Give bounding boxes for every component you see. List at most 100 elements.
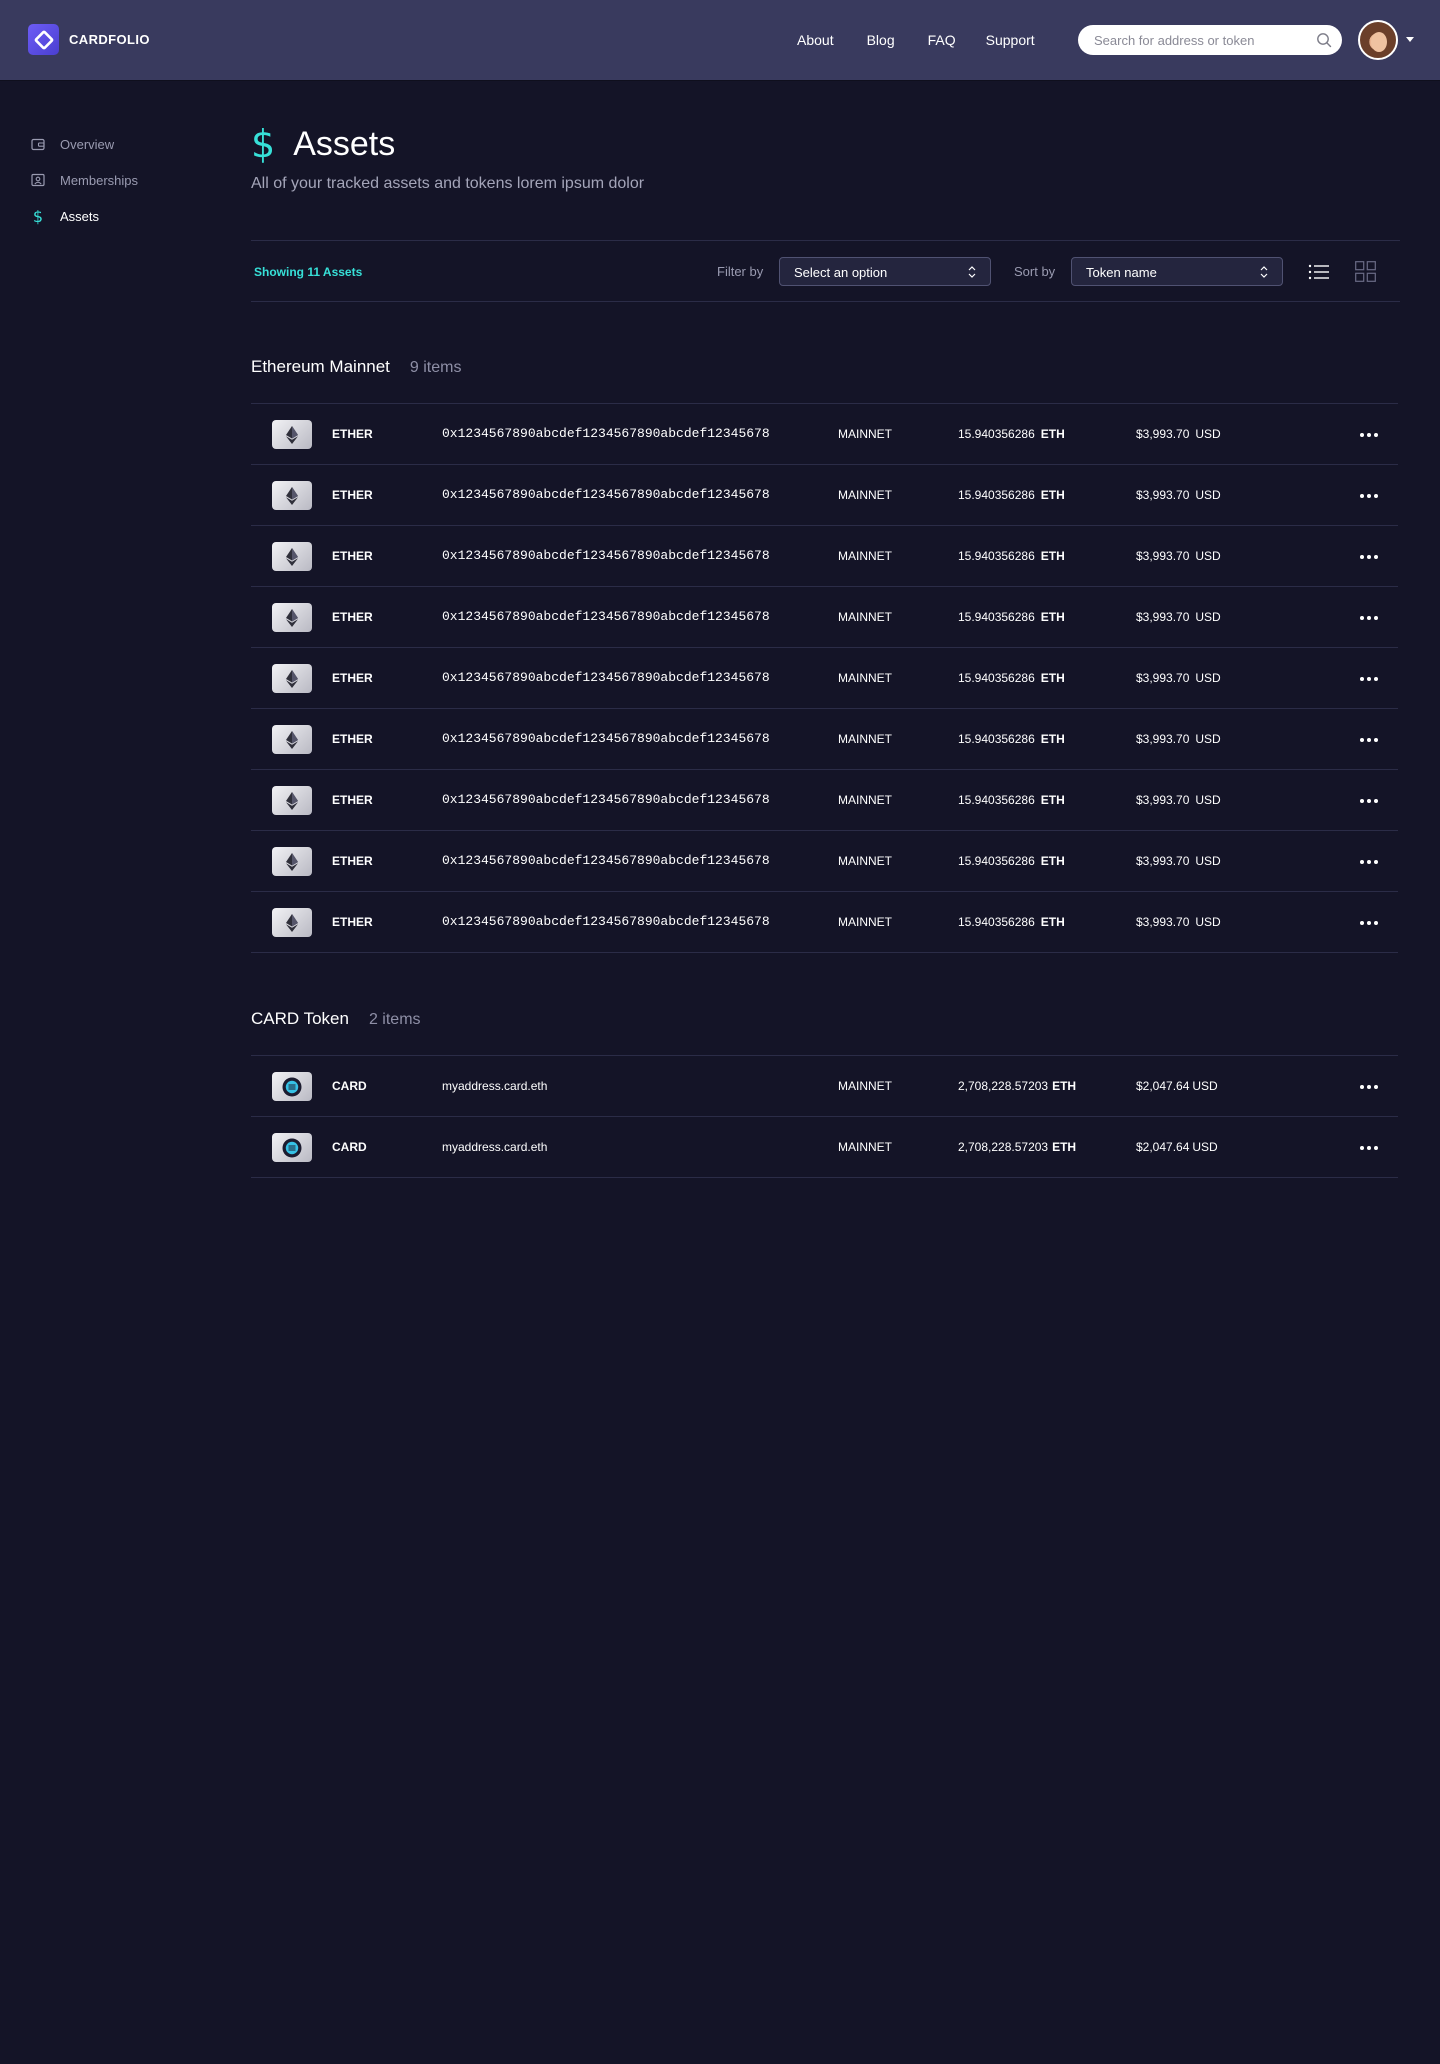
more-options-icon[interactable]: [1358, 489, 1380, 503]
currency-label: USD: [1195, 732, 1221, 746]
balance-amount: 15.940356286: [958, 610, 1035, 624]
account-menu-caret-icon[interactable]: [1406, 37, 1414, 42]
user-avatar[interactable]: [1358, 20, 1398, 60]
token-name: ETHER: [332, 915, 373, 929]
top-navigation-bar: CARDFOLIO About Blog FAQ Support: [0, 0, 1440, 80]
usd-value: $2,047.64 USD: [1136, 1078, 1218, 1094]
token-name: ETHER: [332, 854, 373, 868]
search-box: [1078, 25, 1342, 55]
balance-amount: 15.940356286: [958, 854, 1035, 868]
grid-view-icon[interactable]: [1355, 261, 1376, 282]
sidebar-item-overview[interactable]: Overview: [30, 126, 210, 162]
currency-label: USD: [1195, 488, 1221, 502]
table-row[interactable]: ETHER 0x1234567890abcdef1234567890abcdef1…: [251, 831, 1398, 892]
sidebar-item-memberships[interactable]: Memberships: [30, 162, 210, 198]
sidebar-item-label: Assets: [60, 208, 100, 224]
usd-value: $3,993.70 USD: [1136, 670, 1221, 686]
usd-amount: $3,993.70: [1136, 610, 1190, 624]
balance-amount: 2,708,228.57203: [958, 1079, 1049, 1093]
network-label: MAINNET: [838, 549, 892, 563]
usd-amount: $3,993.70: [1136, 488, 1190, 502]
select-arrows-icon: [968, 266, 976, 278]
page-title: Assets: [293, 125, 396, 163]
token-name: ETHER: [332, 793, 373, 807]
table-row[interactable]: ETHER 0x1234567890abcdef1234567890abcdef1…: [251, 770, 1398, 831]
token-address: 0x1234567890abcdef1234567890abcdef123456…: [442, 731, 770, 746]
asset-table-ethereum: ETHER 0x1234567890abcdef1234567890abcdef1…: [251, 403, 1398, 953]
more-options-icon[interactable]: [1358, 733, 1380, 747]
token-name: ETHER: [332, 671, 373, 685]
usd-value: $3,993.70 USD: [1136, 609, 1221, 625]
usd-amount: $2,047.64: [1136, 1140, 1190, 1154]
currency-label: USD: [1195, 854, 1221, 868]
more-options-icon[interactable]: [1358, 672, 1380, 686]
search-icon[interactable]: [1316, 32, 1332, 48]
usd-value: $2,047.64 USD: [1136, 1139, 1218, 1155]
token-name: ETHER: [332, 549, 373, 563]
balance-amount: 15.940356286: [958, 488, 1035, 502]
balance-unit: ETH: [1040, 854, 1065, 868]
table-row[interactable]: ETHER 0x1234567890abcdef1234567890abcdef1…: [251, 404, 1398, 465]
network-label: MAINNET: [838, 610, 892, 624]
more-options-icon[interactable]: [1358, 1080, 1380, 1094]
network-label: MAINNET: [838, 732, 892, 746]
network-label: MAINNET: [838, 793, 892, 807]
token-balance: 15.940356286 ETH: [958, 853, 1065, 869]
sort-label: Sort by: [1014, 264, 1056, 279]
ethereum-icon: [272, 908, 312, 937]
table-row[interactable]: ETHER 0x1234567890abcdef1234567890abcdef1…: [251, 587, 1398, 648]
more-options-icon[interactable]: [1358, 550, 1380, 564]
token-balance: 2,708,228.57203 ETH: [958, 1139, 1076, 1155]
table-row[interactable]: ETHER 0x1234567890abcdef1234567890abcdef1…: [251, 526, 1398, 587]
select-arrows-icon: [1260, 266, 1268, 278]
token-balance: 15.940356286 ETH: [958, 670, 1065, 686]
usd-value: $3,993.70 USD: [1136, 487, 1221, 503]
ethereum-icon: [272, 603, 312, 632]
more-options-icon[interactable]: [1358, 611, 1380, 625]
network-label: MAINNET: [838, 427, 892, 441]
ethereum-icon: [272, 420, 312, 449]
nav-link-faq[interactable]: FAQ: [928, 31, 956, 49]
more-options-icon[interactable]: [1358, 428, 1380, 442]
filter-select[interactable]: Select an option: [779, 257, 991, 286]
more-options-icon[interactable]: [1358, 855, 1380, 869]
balance-amount: 15.940356286: [958, 793, 1035, 807]
search-input[interactable]: [1094, 25, 1304, 55]
token-address: 0x1234567890abcdef1234567890abcdef123456…: [442, 548, 770, 563]
dollar-icon: $: [32, 206, 44, 226]
usd-value: $3,993.70 USD: [1136, 914, 1221, 930]
nav-link-blog[interactable]: Blog: [867, 31, 895, 49]
brand-link[interactable]: CARDFOLIO: [28, 24, 150, 55]
sort-select-value: Token name: [1086, 265, 1157, 280]
table-row[interactable]: CARD myaddress.card.eth MAINNET 2,708,228.5…: [251, 1056, 1398, 1117]
sidebar: Overview Memberships $ Assets: [30, 126, 210, 234]
more-options-icon[interactable]: [1358, 1141, 1380, 1155]
token-address: 0x1234567890abcdef1234567890abcdef123456…: [442, 670, 770, 685]
token-address: 0x1234567890abcdef1234567890abcdef123456…: [442, 487, 770, 502]
table-row[interactable]: ETHER 0x1234567890abcdef1234567890abcdef1…: [251, 648, 1398, 709]
more-options-icon[interactable]: [1358, 916, 1380, 930]
currency-label: USD: [1195, 427, 1221, 441]
table-row[interactable]: ETHER 0x1234567890abcdef1234567890abcdef1…: [251, 892, 1398, 953]
table-row[interactable]: CARD myaddress.card.eth MAINNET 2,708,228.5…: [251, 1117, 1398, 1178]
table-row[interactable]: ETHER 0x1234567890abcdef1234567890abcdef1…: [251, 709, 1398, 770]
dollar-icon: $: [251, 122, 276, 166]
token-balance: 15.940356286 ETH: [958, 487, 1065, 503]
table-row[interactable]: ETHER 0x1234567890abcdef1234567890abcdef1…: [251, 465, 1398, 526]
filter-select-value: Select an option: [794, 265, 888, 280]
list-view-icon[interactable]: [1308, 263, 1330, 281]
token-balance: 15.940356286 ETH: [958, 548, 1065, 564]
cardfolio-logo-icon: [28, 24, 59, 55]
currency-label: USD: [1195, 793, 1221, 807]
id-card-icon: [30, 172, 46, 188]
sort-select[interactable]: Token name: [1071, 257, 1283, 286]
token-name: CARD: [332, 1079, 367, 1093]
usd-amount: $3,993.70: [1136, 854, 1190, 868]
balance-amount: 15.940356286: [958, 549, 1035, 563]
nav-link-about[interactable]: About: [797, 31, 834, 49]
sidebar-item-assets[interactable]: $ Assets: [30, 198, 210, 234]
token-name: ETHER: [332, 610, 373, 624]
balance-unit: ETH: [1040, 915, 1065, 929]
nav-link-support[interactable]: Support: [986, 31, 1035, 49]
more-options-icon[interactable]: [1358, 794, 1380, 808]
